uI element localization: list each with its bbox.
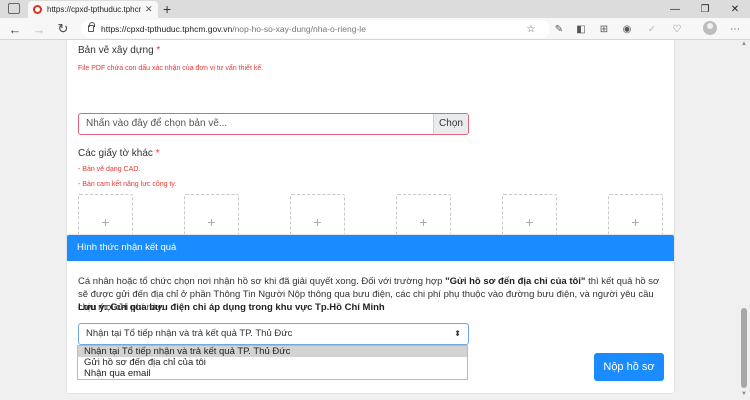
result-method-header: Hình thức nhận kết quả — [67, 235, 674, 261]
address-bar[interactable]: https://cpxd-tpthuduc.tphcm.gov.vn/nop-h… — [81, 20, 550, 38]
tab-title: https://cpxd-tpthuduc.tphcm.gov — [47, 5, 141, 14]
lock-icon — [88, 22, 95, 32]
eyedropper-icon[interactable]: ✎ — [552, 22, 566, 36]
collections-icon[interactable]: ♡ — [670, 22, 684, 36]
url-path: /nop-ho-so-xay-dung/nha-o-rieng-le — [232, 24, 366, 34]
plus-icon: + — [101, 214, 110, 230]
forward-icon[interactable]: → — [30, 20, 48, 38]
postal-note: Lưu ý: Gửi qua bưu điện chỉ áp dụng tron… — [78, 302, 385, 313]
back-icon[interactable]: ← — [6, 20, 24, 38]
menu-icon[interactable]: ⋯ — [728, 22, 742, 36]
new-tab-button[interactable]: + — [163, 1, 171, 17]
plus-icon: + — [313, 214, 322, 230]
browser-toolbar: ← → ↻ https://cpxd-tpthuduc.tphcm.gov.vn… — [0, 18, 750, 40]
scroll-down-icon[interactable]: ▼ — [740, 391, 748, 399]
page-scrollbar[interactable]: ▲ ▼ — [738, 40, 750, 400]
browser-tab[interactable]: https://cpxd-tpthuduc.tphcm.gov ✕ — [28, 1, 158, 18]
profile-avatar-icon[interactable] — [703, 21, 717, 35]
drawing-file-input[interactable]: Nhấn vào đây để chọn bản vẽ... Chọn — [78, 113, 469, 135]
extension-c-icon[interactable]: ◉ — [620, 22, 634, 36]
site-favicon-icon — [33, 5, 42, 14]
select-value: Nhận tại Tổ tiếp nhận và trả kết quả TP.… — [86, 328, 293, 339]
scroll-up-icon[interactable]: ▲ — [740, 41, 748, 49]
drawing-label: Bản vẽ xây dựng * — [78, 45, 160, 56]
plus-icon: + — [207, 214, 216, 230]
select-options-list: Nhận tại Tổ tiếp nhận và trả kết quả TP.… — [77, 345, 468, 380]
description-part-1: Cá nhân hoặc tổ chức chọn nơi nhận hồ sơ… — [78, 276, 446, 287]
plus-icon: + — [525, 214, 534, 230]
plus-icon: + — [419, 214, 428, 230]
submit-button[interactable]: Nộp hồ sơ — [594, 353, 664, 381]
favorite-star-icon[interactable]: ☆ — [524, 22, 538, 36]
minimize-icon[interactable]: — — [660, 0, 690, 18]
drawing-label-text: Bản vẽ xây dựng — [78, 45, 154, 56]
documents-card: Bản vẽ xây dựng * File PDF chứa con dấu … — [66, 40, 675, 262]
close-window-icon[interactable]: ✕ — [720, 0, 750, 18]
option-email[interactable]: Nhận qua email — [78, 368, 467, 379]
file-placeholder: Nhấn vào đây để chọn bản vẽ... — [86, 118, 228, 129]
close-tab-icon[interactable]: ✕ — [145, 4, 153, 15]
tab-actions-icon[interactable] — [8, 3, 20, 14]
other-docs-label: Các giấy tờ khác * — [78, 148, 160, 159]
select-caret-icon: ⬍ — [454, 329, 461, 338]
extension-b-icon[interactable]: ⊞ — [597, 22, 611, 36]
required-mark: * — [155, 148, 160, 159]
option-mail[interactable]: Gửi hồ sơ đến địa chỉ của tôi — [78, 357, 467, 368]
required-mark: * — [156, 45, 161, 56]
check-icon[interactable]: ✓ — [645, 22, 659, 36]
refresh-icon[interactable]: ↻ — [54, 20, 72, 38]
description-bold: "Gửi hồ sơ đến địa chỉ của tôi" — [445, 276, 586, 287]
maximize-icon[interactable]: ❐ — [690, 0, 720, 18]
extension-icon[interactable]: ◧ — [574, 22, 588, 36]
other-docs-label-text: Các giấy tờ khác — [78, 148, 153, 159]
drawing-note: File PDF chứa con dấu xác nhận của đơn v… — [78, 65, 264, 72]
option-office[interactable]: Nhận tại Tổ tiếp nhận và trả kết quả TP.… — [78, 346, 467, 357]
other-note-cad: - Bản vẽ dạng CAD. — [78, 166, 141, 173]
plus-icon: + — [631, 214, 640, 230]
browser-tab-bar: https://cpxd-tpthuduc.tphcm.gov ✕ + — ❐ … — [0, 0, 750, 18]
choose-file-button[interactable]: Chọn — [433, 114, 468, 134]
other-note-commitment: - Bản cam kết năng lực công ty. — [78, 181, 177, 188]
window-controls: — ❐ ✕ — [660, 0, 750, 18]
scrollbar-thumb[interactable] — [741, 308, 747, 388]
result-method-select[interactable]: Nhận tại Tổ tiếp nhận và trả kết quả TP.… — [78, 323, 469, 345]
url-host: https://cpxd-tpthuduc.tphcm.gov.vn — [101, 24, 233, 34]
